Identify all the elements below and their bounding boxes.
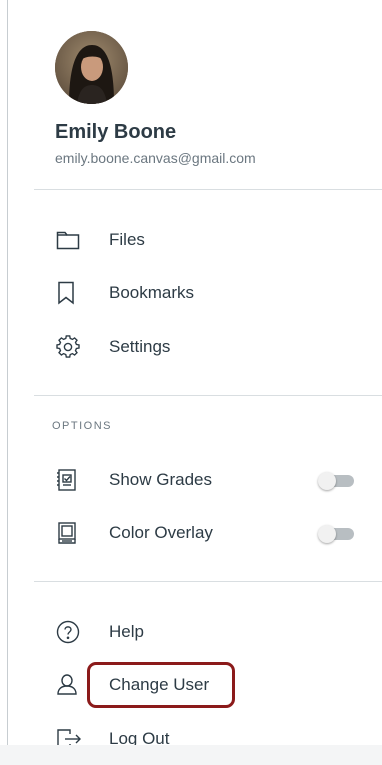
menu-item-settings[interactable]: Settings (48, 327, 362, 367)
overlay-icon (48, 519, 90, 547)
menu-item-label: Files (109, 230, 145, 249)
folder-icon (48, 226, 90, 254)
option-label: Color Overlay (109, 523, 213, 542)
option-color-overlay[interactable]: Color Overlay (48, 513, 362, 553)
divider (34, 395, 382, 396)
user-icon (48, 671, 90, 699)
menu-item-help[interactable]: Help (48, 612, 362, 652)
option-show-grades[interactable]: Show Grades (48, 460, 362, 500)
user-name: Emily Boone (55, 121, 177, 143)
user-email: emily.boone.canvas@gmail.com (55, 150, 256, 166)
bookmark-icon (48, 279, 90, 307)
change-user-highlight (87, 662, 235, 708)
options-section-title: OPTIONS (52, 420, 113, 432)
avatar[interactable] (55, 31, 128, 104)
divider (34, 189, 382, 190)
menu-item-files[interactable]: Files (48, 220, 362, 260)
navigation-drawer: Emily Boone emily.boone.canvas@gmail.com… (0, 0, 382, 765)
divider (34, 581, 382, 582)
bottom-shade (0, 745, 382, 765)
show-grades-toggle[interactable] (318, 472, 354, 490)
gear-icon (48, 333, 90, 361)
grades-icon (48, 466, 90, 494)
menu-item-label: Help (109, 622, 144, 641)
drawer-edge (7, 0, 8, 745)
option-label: Show Grades (109, 470, 212, 489)
menu-item-label: Settings (109, 337, 171, 356)
menu-item-bookmarks[interactable]: Bookmarks (48, 273, 362, 313)
color-overlay-toggle[interactable] (318, 525, 354, 543)
help-icon (48, 618, 90, 646)
menu-item-label: Bookmarks (109, 283, 195, 302)
